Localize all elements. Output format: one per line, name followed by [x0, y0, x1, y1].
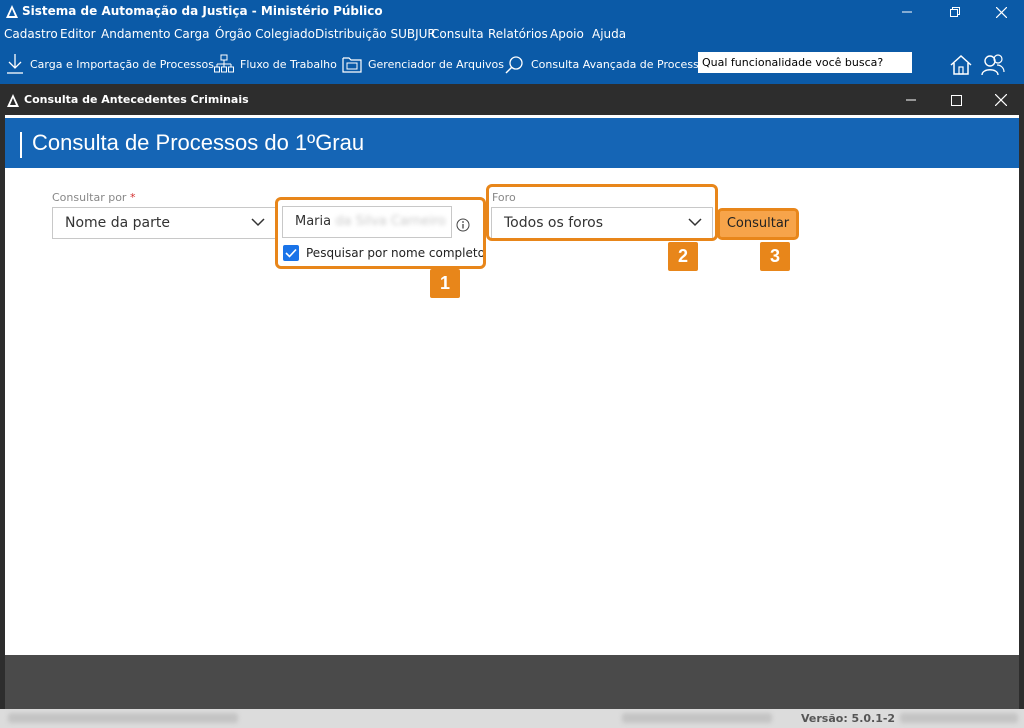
workflow-icon [214, 54, 234, 73]
app-title: Sistema de Automação da Justiça - Minist… [22, 4, 383, 18]
page-header: Consulta de Processos do 1ºGrau [5, 118, 1019, 168]
consultar-por-label: Consultar por * [52, 191, 136, 204]
menu-orgao-colegiado[interactable]: Órgão Colegiado [215, 27, 315, 41]
menu-carga[interactable]: Carga [174, 27, 209, 41]
menu-bar: Cadastro Editor Andamento Carga Órgão Co… [0, 24, 1024, 46]
app-logo-icon [6, 5, 18, 18]
close-button[interactable] [978, 0, 1024, 24]
consultar-por-select[interactable]: Nome da parte [52, 207, 276, 239]
download-arrow-icon [7, 54, 23, 74]
child-window-title: Consulta de Antecedentes Criminais [24, 93, 249, 106]
consulta-avancada-button[interactable]: Consulta Avançada de Processos [505, 52, 711, 76]
restore-button[interactable] [932, 0, 978, 24]
required-mark: * [129, 191, 136, 204]
fluxo-trabalho-label: Fluxo de Trabalho [240, 57, 337, 71]
child-close-button[interactable] [978, 86, 1024, 114]
menu-ajuda[interactable]: Ajuda [592, 27, 626, 41]
menu-editor[interactable]: Editor [60, 27, 96, 41]
menu-andamento[interactable]: Andamento [101, 27, 171, 41]
close-icon [995, 6, 1007, 18]
menu-apoio[interactable]: Apoio [550, 27, 584, 41]
status-bar: Versão: 5.0.1-2 [0, 709, 1024, 728]
functionality-search-input[interactable] [698, 52, 912, 73]
restore-icon [950, 7, 960, 17]
highlight-box-1 [275, 197, 486, 269]
minimize-button[interactable] [884, 0, 930, 24]
menu-distribuicao-subjur[interactable]: Distribuição SUBJUR [315, 27, 436, 41]
highlight-box-2 [486, 184, 718, 241]
child-maximize-button[interactable] [933, 86, 979, 114]
status-redacted-mid [622, 713, 772, 723]
page-title: Consulta de Processos do 1ºGrau [32, 130, 365, 155]
menu-cadastro[interactable]: Cadastro [4, 27, 58, 41]
home-icon[interactable] [948, 52, 974, 78]
app-logo-icon [7, 94, 19, 107]
fluxo-trabalho-button[interactable]: Fluxo de Trabalho [214, 52, 337, 76]
minimize-icon [906, 99, 916, 101]
annotation-badge-2: 2 [668, 242, 698, 271]
form-panel: Consulta de Processos do 1ºGrau Consulta… [5, 115, 1019, 655]
gerenciador-arquivos-label: Gerenciador de Arquivos [368, 57, 504, 71]
consulta-avancada-label: Consulta Avançada de Processos [531, 57, 712, 71]
maximize-icon [950, 94, 962, 106]
folder-icon [342, 57, 362, 73]
version-label: Versão: 5.0.1-2 [801, 712, 896, 725]
chevron-down-icon [251, 218, 265, 227]
app-window: Sistema de Automação da Justiça - Minist… [0, 0, 1024, 728]
carga-importacao-label: Carga e Importação de Processos [30, 57, 214, 71]
footer-band [5, 655, 1019, 709]
menu-consulta[interactable]: Consulta [431, 27, 484, 41]
child-window-titlebar: Consulta de Antecedentes Criminais [0, 86, 1024, 114]
consultar-button[interactable]: Consultar [717, 208, 799, 240]
child-minimize-button[interactable] [888, 86, 934, 114]
title-bar: Sistema de Automação da Justiça - Minist… [0, 0, 1024, 24]
annotation-badge-3: 3 [760, 242, 790, 271]
users-icon[interactable] [980, 52, 1006, 78]
status-redacted-left [8, 713, 238, 723]
close-icon [995, 94, 1007, 106]
menu-relatorios[interactable]: Relatórios [488, 27, 548, 41]
minimize-icon [902, 11, 912, 13]
gerenciador-arquivos-button[interactable]: Gerenciador de Arquivos [342, 52, 504, 76]
annotation-badge-1: 1 [430, 269, 460, 298]
carga-importacao-button[interactable]: Carga e Importação de Processos [6, 52, 214, 76]
status-redacted-right [900, 713, 1018, 723]
consultar-por-value: Nome da parte [65, 215, 170, 231]
search-document-icon [505, 56, 523, 74]
title-accent-bar [20, 132, 22, 158]
